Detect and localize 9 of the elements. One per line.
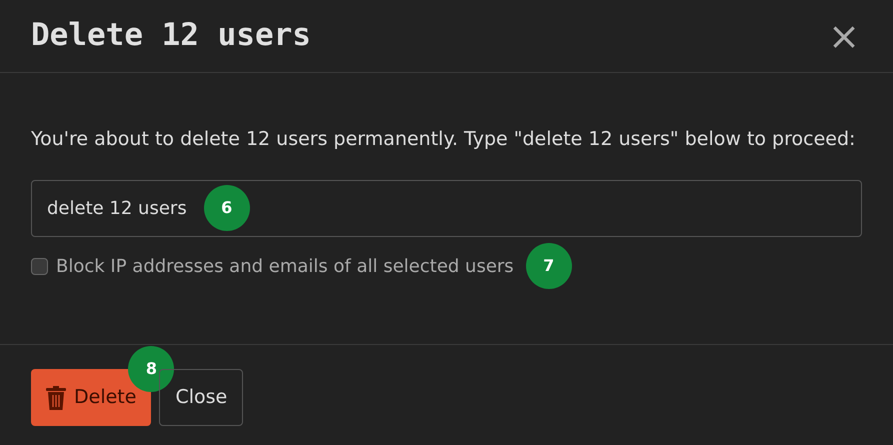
instruction-text: You're about to delete 12 users permanently. Type "delete 12 users" below to proceed: xyxy=(31,127,856,152)
close-button[interactable]: × xyxy=(826,17,862,55)
dialog-title: Delete 12 users xyxy=(31,17,311,55)
checkbox[interactable] xyxy=(31,258,48,275)
trash-icon xyxy=(46,386,66,410)
checkbox-label: Block IP addresses and emails of all selected users xyxy=(56,255,514,279)
step-marker: 8 xyxy=(128,346,174,392)
step-marker: 7 xyxy=(526,243,572,289)
close-button[interactable]: Close xyxy=(159,369,244,426)
